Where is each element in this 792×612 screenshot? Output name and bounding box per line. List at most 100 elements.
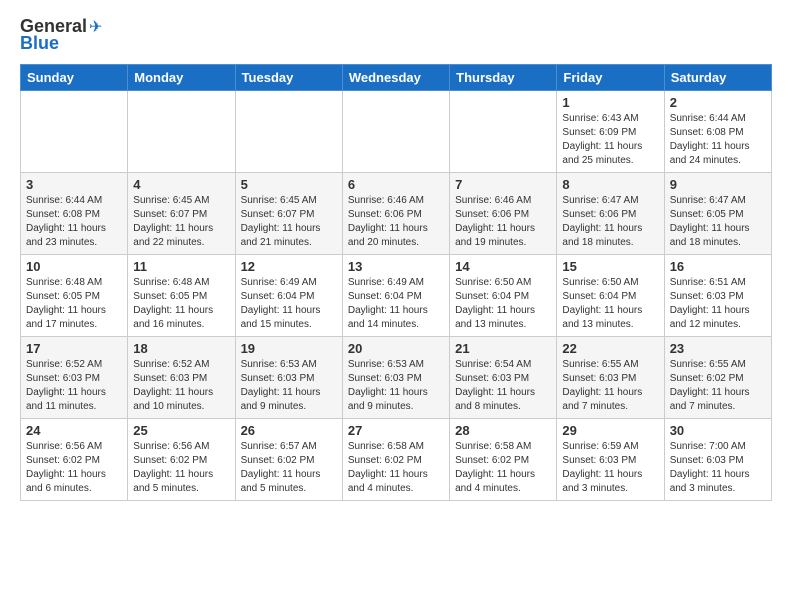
day-info: Sunrise: 6:54 AM Sunset: 6:03 PM Dayligh…: [455, 358, 551, 414]
day-info: Sunrise: 6:45 AM Sunset: 6:07 PM Dayligh…: [241, 194, 337, 250]
day-info: Sunrise: 6:50 AM Sunset: 6:04 PM Dayligh…: [562, 276, 658, 332]
day-info: Sunrise: 6:47 AM Sunset: 6:06 PM Dayligh…: [562, 194, 658, 250]
header: General ✈ Blue: [20, 16, 772, 54]
day-number: 1: [562, 95, 658, 110]
calendar-cell: 17 Sunrise: 6:52 AM Sunset: 6:03 PM Dayli…: [21, 337, 128, 419]
day-number: 25: [133, 423, 229, 438]
day-number: 7: [455, 177, 551, 192]
day-number: 17: [26, 341, 122, 356]
weekday-row: SundayMondayTuesdayWednesdayThursdayFrid…: [21, 65, 772, 91]
calendar-week-row: 10Sunrise: 6:48 AM Sunset: 6:05 PM Dayli…: [21, 255, 772, 337]
calendar-week-row: 17 Sunrise: 6:52 AM Sunset: 6:03 PM Dayli…: [21, 337, 772, 419]
day-info: Sunrise: 6:55 AM Sunset: 6:02 PM Dayligh…: [670, 358, 766, 414]
day-number: 30: [670, 423, 766, 438]
day-number: 26: [241, 423, 337, 438]
logo-bird-icon: ✈: [89, 17, 102, 37]
day-info: Sunrise: 7:00 AM Sunset: 6:03 PM Dayligh…: [670, 440, 766, 496]
calendar-cell: 3 Sunrise: 6:44 AM Sunset: 6:08 PM Daylig…: [21, 173, 128, 255]
day-info: Sunrise: 6:59 AM Sunset: 6:03 PM Dayligh…: [562, 440, 658, 496]
day-info: Sunrise: 6:52 AM Sunset: 6:03 PM Dayligh…: [26, 358, 122, 414]
day-number: 15: [562, 259, 658, 274]
day-info: Sunrise: 6:56 AM Sunset: 6:02 PM Dayligh…: [133, 440, 229, 496]
day-info: Sunrise: 6:49 AM Sunset: 6:04 PM Dayligh…: [241, 276, 337, 332]
day-info: Sunrise: 6:43 AM Sunset: 6:09 PM Dayligh…: [562, 112, 658, 168]
day-info: Sunrise: 6:53 AM Sunset: 6:03 PM Dayligh…: [241, 358, 337, 414]
day-number: 18: [133, 341, 229, 356]
calendar-table: SundayMondayTuesdayWednesdayThursdayFrid…: [20, 64, 772, 501]
day-info: Sunrise: 6:57 AM Sunset: 6:02 PM Dayligh…: [241, 440, 337, 496]
calendar-cell: 7 Sunrise: 6:46 AM Sunset: 6:06 PM Daylig…: [450, 173, 557, 255]
calendar-cell: 14 Sunrise: 6:50 AM Sunset: 6:04 PM Dayli…: [450, 255, 557, 337]
day-info: Sunrise: 6:44 AM Sunset: 6:08 PM Dayligh…: [26, 194, 122, 250]
day-info: Sunrise: 6:46 AM Sunset: 6:06 PM Dayligh…: [455, 194, 551, 250]
weekday-header: Friday: [557, 65, 664, 91]
day-number: 10: [26, 259, 122, 274]
day-info: Sunrise: 6:49 AM Sunset: 6:04 PM Dayligh…: [348, 276, 444, 332]
calendar-week-row: 1 Sunrise: 6:43 AM Sunset: 6:09 PM Daylig…: [21, 91, 772, 173]
day-number: 2: [670, 95, 766, 110]
calendar-cell: 24 Sunrise: 6:56 AM Sunset: 6:02 PM Dayli…: [21, 419, 128, 501]
calendar-week-row: 24 Sunrise: 6:56 AM Sunset: 6:02 PM Dayli…: [21, 419, 772, 501]
day-number: 3: [26, 177, 122, 192]
calendar-cell: 10Sunrise: 6:48 AM Sunset: 6:05 PM Dayli…: [21, 255, 128, 337]
calendar-cell: 2 Sunrise: 6:44 AM Sunset: 6:08 PM Daylig…: [664, 91, 771, 173]
day-info: Sunrise: 6:50 AM Sunset: 6:04 PM Dayligh…: [455, 276, 551, 332]
calendar-cell: 9Sunrise: 6:47 AM Sunset: 6:05 PM Daylig…: [664, 173, 771, 255]
calendar-cell: 12 Sunrise: 6:49 AM Sunset: 6:04 PM Dayli…: [235, 255, 342, 337]
day-info: Sunrise: 6:56 AM Sunset: 6:02 PM Dayligh…: [26, 440, 122, 496]
day-number: 14: [455, 259, 551, 274]
day-number: 4: [133, 177, 229, 192]
calendar-cell: 23 Sunrise: 6:55 AM Sunset: 6:02 PM Dayli…: [664, 337, 771, 419]
day-number: 27: [348, 423, 444, 438]
day-info: Sunrise: 6:58 AM Sunset: 6:02 PM Dayligh…: [348, 440, 444, 496]
calendar-cell: 18 Sunrise: 6:52 AM Sunset: 6:03 PM Dayli…: [128, 337, 235, 419]
day-info: Sunrise: 6:46 AM Sunset: 6:06 PM Dayligh…: [348, 194, 444, 250]
weekday-header: Monday: [128, 65, 235, 91]
logo: General ✈ Blue: [20, 16, 102, 54]
calendar-week-row: 3 Sunrise: 6:44 AM Sunset: 6:08 PM Daylig…: [21, 173, 772, 255]
day-number: 16: [670, 259, 766, 274]
day-number: 19: [241, 341, 337, 356]
logo-blue-text: Blue: [20, 33, 59, 54]
calendar-cell: [235, 91, 342, 173]
day-number: 22: [562, 341, 658, 356]
day-number: 11: [133, 259, 229, 274]
day-number: 20: [348, 341, 444, 356]
calendar-cell: 15 Sunrise: 6:50 AM Sunset: 6:04 PM Dayli…: [557, 255, 664, 337]
day-info: Sunrise: 6:55 AM Sunset: 6:03 PM Dayligh…: [562, 358, 658, 414]
day-number: 13: [348, 259, 444, 274]
calendar-cell: 1 Sunrise: 6:43 AM Sunset: 6:09 PM Daylig…: [557, 91, 664, 173]
day-info: Sunrise: 6:44 AM Sunset: 6:08 PM Dayligh…: [670, 112, 766, 168]
day-number: 24: [26, 423, 122, 438]
day-number: 6: [348, 177, 444, 192]
calendar-cell: 8 Sunrise: 6:47 AM Sunset: 6:06 PM Daylig…: [557, 173, 664, 255]
day-info: Sunrise: 6:51 AM Sunset: 6:03 PM Dayligh…: [670, 276, 766, 332]
calendar-cell: 11Sunrise: 6:48 AM Sunset: 6:05 PM Dayli…: [128, 255, 235, 337]
calendar-cell: 30 Sunrise: 7:00 AM Sunset: 6:03 PM Dayli…: [664, 419, 771, 501]
calendar-cell: 27 Sunrise: 6:58 AM Sunset: 6:02 PM Dayli…: [342, 419, 449, 501]
day-info: Sunrise: 6:45 AM Sunset: 6:07 PM Dayligh…: [133, 194, 229, 250]
day-number: 8: [562, 177, 658, 192]
day-number: 28: [455, 423, 551, 438]
day-number: 12: [241, 259, 337, 274]
calendar-cell: 5Sunrise: 6:45 AM Sunset: 6:07 PM Daylig…: [235, 173, 342, 255]
calendar-cell: 20 Sunrise: 6:53 AM Sunset: 6:03 PM Dayli…: [342, 337, 449, 419]
page: General ✈ Blue SundayMondayTuesdayWednes…: [0, 0, 792, 511]
calendar-cell: 29 Sunrise: 6:59 AM Sunset: 6:03 PM Dayli…: [557, 419, 664, 501]
weekday-header: Thursday: [450, 65, 557, 91]
day-number: 23: [670, 341, 766, 356]
weekday-header: Wednesday: [342, 65, 449, 91]
day-number: 29: [562, 423, 658, 438]
day-info: Sunrise: 6:52 AM Sunset: 6:03 PM Dayligh…: [133, 358, 229, 414]
calendar-cell: 13 Sunrise: 6:49 AM Sunset: 6:04 PM Dayli…: [342, 255, 449, 337]
calendar-cell: 4 Sunrise: 6:45 AM Sunset: 6:07 PM Daylig…: [128, 173, 235, 255]
weekday-header: Sunday: [21, 65, 128, 91]
calendar-cell: 19 Sunrise: 6:53 AM Sunset: 6:03 PM Dayli…: [235, 337, 342, 419]
day-number: 21: [455, 341, 551, 356]
calendar-cell: [450, 91, 557, 173]
calendar-cell: 28Sunrise: 6:58 AM Sunset: 6:02 PM Dayli…: [450, 419, 557, 501]
weekday-header: Tuesday: [235, 65, 342, 91]
calendar-cell: 21 Sunrise: 6:54 AM Sunset: 6:03 PM Dayli…: [450, 337, 557, 419]
calendar-body: 1 Sunrise: 6:43 AM Sunset: 6:09 PM Daylig…: [21, 91, 772, 501]
day-info: Sunrise: 6:53 AM Sunset: 6:03 PM Dayligh…: [348, 358, 444, 414]
